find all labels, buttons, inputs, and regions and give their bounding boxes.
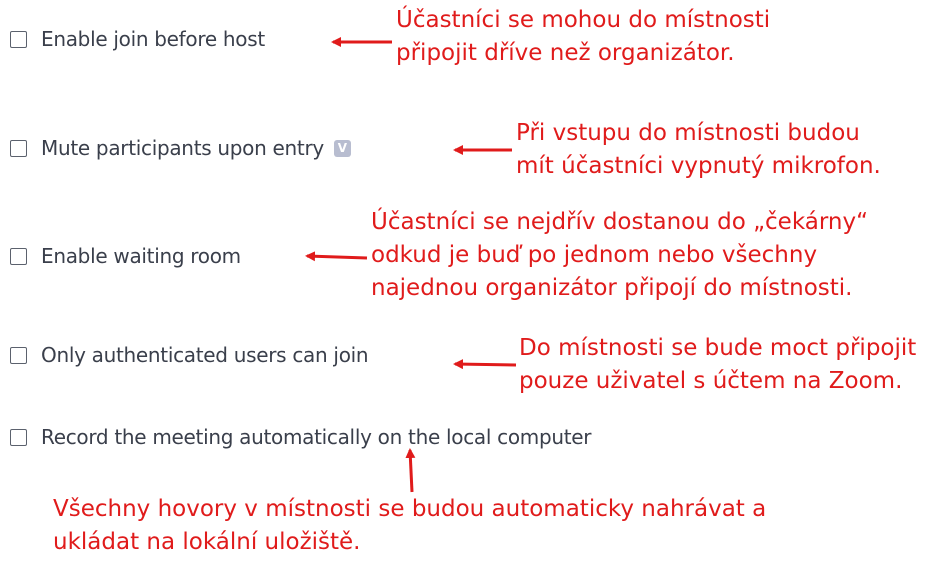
mute-upon-entry-checkbox[interactable] (10, 139, 27, 157)
option-authenticated-only[interactable]: Only authenticated users can join (10, 340, 369, 370)
waiting-room-label: Enable waiting room (41, 244, 241, 268)
arrow-authenticated-only (453, 359, 517, 370)
waiting-room-checkbox[interactable] (10, 247, 27, 265)
annotation-record-locally: Všechny hovory v místnosti se budou auto… (53, 496, 767, 555)
record-locally-checkbox[interactable] (10, 428, 27, 446)
option-join-before-host[interactable]: Enable join before host (10, 24, 265, 54)
annotation-authenticated-only: Do místnosti se bude moct připojit pouze… (519, 335, 917, 394)
join-before-host-checkbox[interactable] (10, 30, 27, 48)
annotation-waiting-room: Účastníci se nejdřív dostanou do „čekárn… (371, 209, 868, 301)
v-badge-icon: V (333, 139, 351, 157)
join-before-host-label: Enable join before host (41, 27, 265, 51)
authenticated-only-checkbox[interactable] (10, 346, 27, 364)
option-mute-upon-entry[interactable]: Mute participants upon entry V (10, 133, 351, 163)
mute-upon-entry-label: Mute participants upon entry (41, 136, 324, 160)
option-waiting-room[interactable]: Enable waiting room (10, 241, 241, 271)
option-record-locally[interactable]: Record the meeting automatically on the … (10, 422, 592, 452)
record-locally-label: Record the meeting automatically on the … (41, 425, 592, 449)
annotation-join-before-host: Účastníci se mohou do místnosti připojit… (396, 7, 771, 66)
annotation-mute-upon-entry: Při vstupu do místnosti budou mít účastn… (516, 120, 881, 179)
authenticated-only-label: Only authenticated users can join (41, 343, 369, 367)
arrow-waiting-room (305, 251, 368, 262)
arrow-record-locally (405, 448, 416, 493)
